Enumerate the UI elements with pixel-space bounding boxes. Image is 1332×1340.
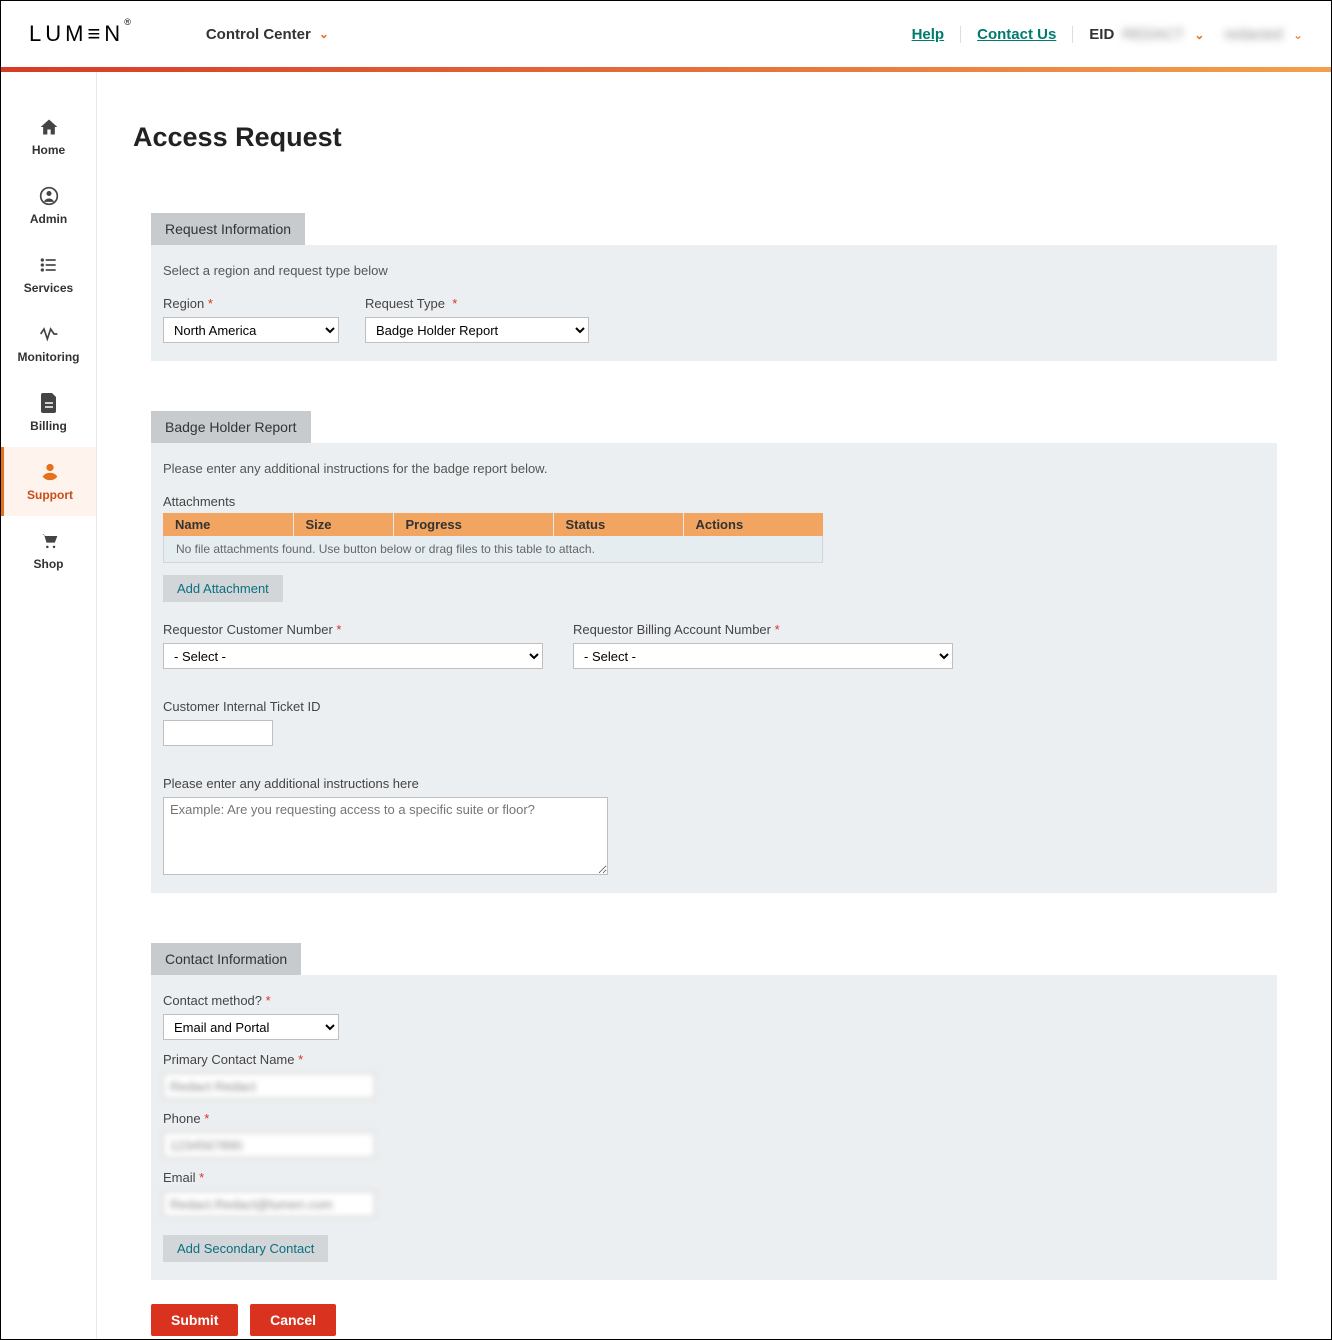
user-menu-dropdown[interactable]: redacted ⌄	[1204, 26, 1303, 43]
sidebar-item-label: Monitoring	[18, 350, 80, 364]
col-progress: Progress	[393, 513, 553, 536]
attachments-empty-msg: No file attachments found. Use button be…	[163, 536, 823, 563]
email-label: Email *	[163, 1170, 1265, 1185]
col-size: Size	[293, 513, 393, 536]
control-center-label: Control Center	[206, 26, 311, 43]
contact-method-select[interactable]: Email and Portal	[163, 1014, 339, 1040]
primary-contact-name-input[interactable]	[163, 1073, 375, 1099]
requestor-customer-number-label: Requestor Customer Number *	[163, 622, 543, 637]
cart-icon	[38, 530, 60, 552]
col-status: Status	[553, 513, 683, 536]
home-icon	[38, 116, 60, 138]
helper-text: Please enter any additional instructions…	[163, 461, 1265, 476]
sidebar-item-home[interactable]: Home	[1, 102, 96, 171]
eid-value: REDACT	[1122, 26, 1184, 43]
sidebar-item-label: Support	[27, 488, 73, 502]
cancel-button[interactable]: Cancel	[250, 1304, 336, 1336]
logo: LUM≡N®	[29, 21, 131, 47]
submit-button[interactable]: Submit	[151, 1304, 238, 1336]
sidebar-item-shop[interactable]: Shop	[1, 516, 96, 585]
primary-contact-name-label: Primary Contact Name *	[163, 1052, 1265, 1067]
sidebar-item-label: Shop	[34, 557, 64, 571]
contact-info-panel: Contact Information Contact method? * Em…	[151, 943, 1277, 1280]
list-icon	[38, 254, 60, 276]
chevron-down-icon: ⌄	[1194, 28, 1204, 42]
region-label: Region *	[163, 296, 339, 311]
page-title: Access Request	[133, 122, 1295, 153]
eid-label: EID	[1089, 26, 1114, 43]
panel-tab-contact-info: Contact Information	[151, 943, 301, 975]
contact-method-label: Contact method? *	[163, 993, 1265, 1008]
customer-ticket-id-input[interactable]	[163, 720, 273, 746]
attachments-label: Attachments	[163, 494, 1265, 509]
add-attachment-button[interactable]: Add Attachment	[163, 575, 283, 602]
control-center-dropdown[interactable]: Control Center ⌄	[206, 26, 329, 43]
customer-ticket-id-label: Customer Internal Ticket ID	[163, 699, 1265, 714]
phone-label: Phone *	[163, 1111, 1265, 1126]
sidebar-item-label: Billing	[30, 419, 67, 433]
phone-input[interactable]	[163, 1132, 375, 1158]
helper-text: Select a region and request type below	[163, 263, 1265, 278]
sidebar-item-label: Admin	[30, 212, 67, 226]
header: LUM≡N® Control Center ⌄ Help Contact Us …	[1, 1, 1331, 67]
additional-instructions-textarea[interactable]	[163, 797, 608, 875]
region-select[interactable]: North America	[163, 317, 339, 343]
sidebar-item-admin[interactable]: Admin	[1, 171, 96, 240]
col-name: Name	[163, 513, 293, 536]
contact-us-link[interactable]: Contact Us	[960, 26, 1073, 43]
panel-tab-badge-report: Badge Holder Report	[151, 411, 311, 443]
panel-tab-request-info: Request Information	[151, 213, 305, 245]
requestor-billing-account-label: Requestor Billing Account Number *	[573, 622, 953, 637]
user-name: redacted	[1224, 26, 1282, 43]
chevron-down-icon: ⌄	[1293, 28, 1303, 42]
user-icon	[38, 185, 60, 207]
support-icon	[39, 461, 61, 483]
document-icon	[38, 392, 60, 414]
eid-dropdown[interactable]: EID REDACT ⌄	[1073, 26, 1204, 43]
chevron-down-icon: ⌄	[319, 27, 329, 41]
badge-report-panel: Badge Holder Report Please enter any add…	[151, 411, 1277, 893]
main-content: Access Request Request Information Selec…	[97, 72, 1331, 1339]
sidebar: Home Admin Services Monitoring Billing	[1, 72, 97, 1339]
attachments-table: Name Size Progress Status Actions	[163, 513, 823, 536]
request-type-label: Request Type *	[365, 296, 589, 311]
sidebar-item-services[interactable]: Services	[1, 240, 96, 309]
activity-icon	[38, 323, 60, 345]
requestor-billing-account-select[interactable]: - Select -	[573, 643, 953, 669]
logo-text: LUM≡N	[29, 21, 124, 46]
sidebar-item-label: Home	[32, 143, 65, 157]
request-info-panel: Request Information Select a region and …	[151, 213, 1277, 361]
requestor-customer-number-select[interactable]: - Select -	[163, 643, 543, 669]
email-input[interactable]	[163, 1191, 375, 1217]
sidebar-item-monitoring[interactable]: Monitoring	[1, 309, 96, 378]
request-type-select[interactable]: Badge Holder Report	[365, 317, 589, 343]
sidebar-item-support[interactable]: Support	[1, 447, 96, 516]
additional-instructions-label: Please enter any additional instructions…	[163, 776, 1265, 791]
logo-reg: ®	[124, 17, 131, 27]
help-link[interactable]: Help	[896, 26, 961, 43]
action-row: Submit Cancel	[151, 1304, 1295, 1336]
header-right: Help Contact Us EID REDACT ⌄ redacted ⌄	[896, 26, 1303, 43]
add-secondary-contact-button[interactable]: Add Secondary Contact	[163, 1235, 328, 1262]
sidebar-item-label: Services	[24, 281, 73, 295]
col-actions: Actions	[683, 513, 823, 536]
sidebar-item-billing[interactable]: Billing	[1, 378, 96, 447]
